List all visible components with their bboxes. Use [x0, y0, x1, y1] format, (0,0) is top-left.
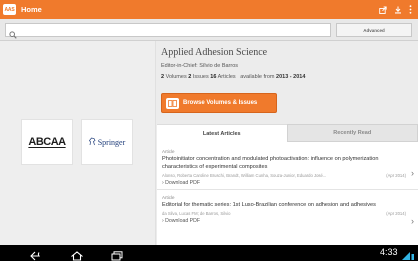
back-icon[interactable]: [30, 248, 44, 261]
system-navigation-bar: 4:33: [0, 245, 418, 261]
volumes-count: 2: [161, 74, 165, 80]
article-authors: Alonso, Roberta Caroline Bruschi, Brandt…: [162, 173, 327, 178]
article-type: Article: [162, 149, 175, 154]
article-list: Article Photoinitiator concentration and…: [157, 142, 418, 245]
app-logo-icon[interactable]: AAS: [3, 4, 16, 15]
article-meta: Alonso, Roberta Caroline Bruschi, Brandt…: [162, 173, 406, 178]
available-text: available from: [240, 74, 275, 80]
available-years: 2013 - 2014: [276, 74, 306, 80]
springer-logo-text: Springer: [97, 137, 126, 147]
list-item[interactable]: Article Editorial for thematic series: 1…: [157, 189, 418, 227]
tab-recently-read[interactable]: Recently Read: [286, 124, 418, 142]
journal-title: Applied Adhesion Science: [161, 47, 268, 58]
article-title[interactable]: Editorial for thematic series: 1st Luso-…: [162, 201, 406, 209]
search-bar: Advanced: [0, 19, 418, 41]
advanced-search-button[interactable]: Advanced: [336, 23, 412, 37]
article-authors: da Silva, Lucas FM; de Barros, Silvio: [162, 211, 231, 216]
action-bar-actions: [379, 5, 412, 14]
article-date: (Apr 2014): [386, 173, 406, 178]
recents-icon[interactable]: [110, 248, 124, 261]
articles-count: 16: [210, 74, 217, 80]
article-tabs: Latest Articles Recently Read: [157, 124, 418, 142]
article-type: Article: [162, 195, 175, 200]
browse-volumes-button[interactable]: Browse Volumes & Issues: [161, 93, 277, 113]
article-meta: da Silva, Lucas FM; de Barros, Silvio (A…: [162, 211, 406, 216]
export-icon[interactable]: [379, 6, 387, 14]
logos-panel: ABCAA Springer: [0, 41, 156, 245]
overflow-menu-icon[interactable]: [409, 5, 412, 14]
abcaa-logo: ABCAA: [21, 119, 73, 165]
article-date: (Apr 2014): [386, 211, 406, 216]
journal-info: Applied Adhesion Science Editor-in-Chief…: [161, 43, 418, 80]
journal-stats: 2 Volumes 2 Issues 16 Articles available…: [161, 74, 418, 80]
issues-count: 2: [188, 74, 192, 80]
volumes-label: Volumes: [165, 74, 187, 80]
article-title[interactable]: Photoinitiator concentration and modulat…: [162, 155, 406, 171]
download-pdf-link[interactable]: › Download PDF: [162, 180, 406, 186]
abcaa-logo-text: ABCAA: [28, 136, 66, 148]
search-input[interactable]: [5, 23, 331, 39]
editor-in-chief: Editor-in-Chief: Sílvio de Barros: [161, 63, 239, 69]
action-bar: AAS Home: [0, 0, 418, 19]
home-icon[interactable]: [70, 248, 84, 261]
browse-icon: [166, 97, 179, 109]
issues-label: Issues: [192, 74, 209, 80]
list-item[interactable]: Article Photoinitiator concentration and…: [157, 142, 418, 189]
tab-latest-articles[interactable]: Latest Articles: [157, 124, 287, 142]
chevron-right-icon[interactable]: ›: [411, 216, 414, 226]
springer-horse-icon: [88, 133, 96, 151]
chevron-right-icon[interactable]: ›: [411, 168, 414, 178]
download-pdf-link[interactable]: › Download PDF: [162, 218, 406, 224]
signal-icon: [401, 248, 415, 261]
springer-logo: Springer: [81, 119, 133, 165]
download-icon[interactable]: [394, 6, 402, 14]
browse-volumes-label: Browse Volumes & Issues: [183, 100, 258, 106]
page-title: Home: [21, 5, 42, 14]
status-clock: 4:33: [380, 247, 398, 257]
articles-label: Articles: [217, 74, 236, 80]
